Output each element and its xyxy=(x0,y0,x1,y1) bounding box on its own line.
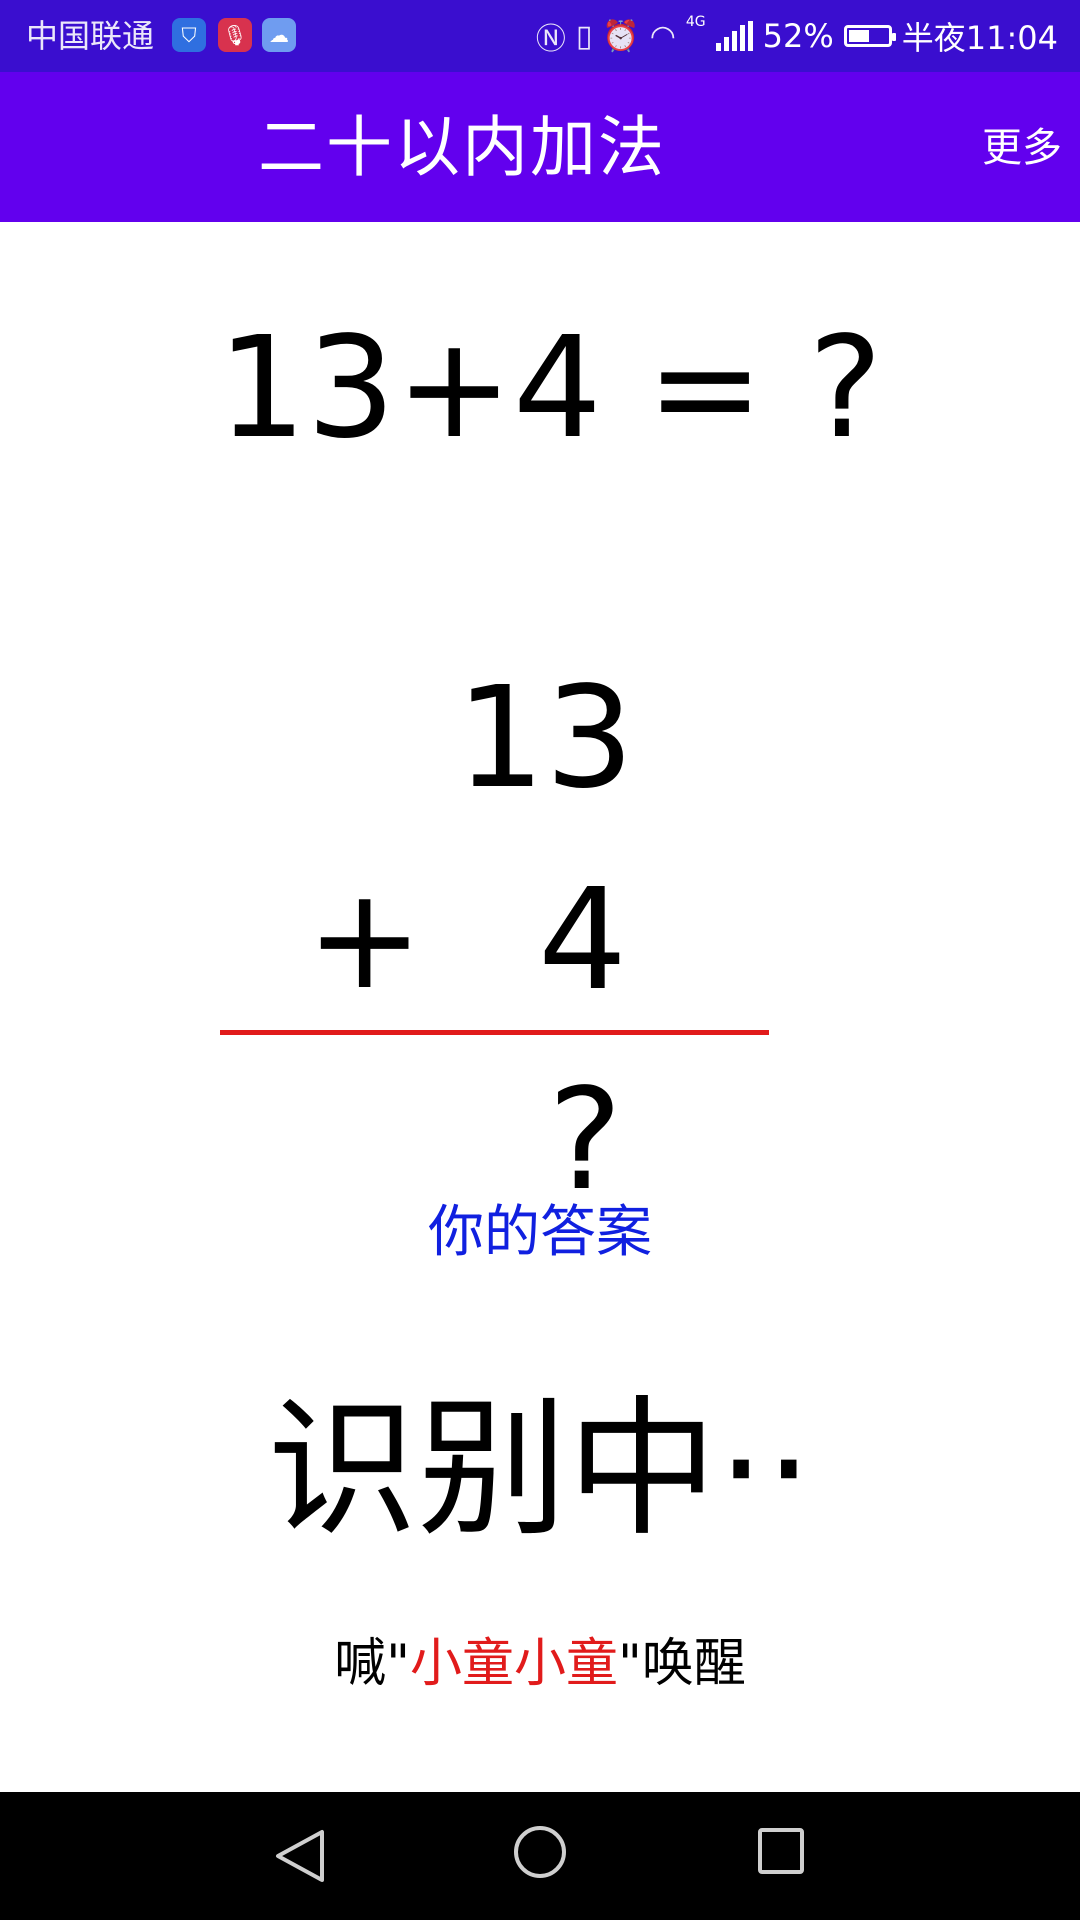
app-bar: 二十以内加法 更多 xyxy=(0,72,1080,222)
your-answer-label: 你的答案 xyxy=(428,1200,652,1265)
bottom-operand: 4 xyxy=(538,859,628,1022)
microphone-icon: 🎙 xyxy=(218,18,252,52)
equation-text: 13+4 = ? xyxy=(217,307,883,470)
carrier-name: 中国联通 xyxy=(26,17,155,55)
sum-divider-line xyxy=(220,1030,769,1035)
page-title: 二十以内加法 xyxy=(258,109,666,186)
wake-hint: 喊"小童小童"唤醒 xyxy=(0,1628,1080,1700)
more-button[interactable]: 更多 xyxy=(982,122,1062,174)
navigation-bar xyxy=(0,1792,1080,1920)
signal-icon xyxy=(715,21,753,51)
answer-placeholder: ? xyxy=(548,1059,623,1222)
back-icon[interactable] xyxy=(270,1828,330,1884)
network-type: 4G xyxy=(685,14,706,30)
status-bar: 中国联通 ⛉ 🎙 ☁ Ⓝ ▯ ⏰ ◠ 4G 52% 半夜11:04 xyxy=(0,0,1080,72)
top-operand: 13 xyxy=(456,657,635,820)
wake-hint-prefix: 喊" xyxy=(334,1634,410,1694)
wifi-icon: ◠ xyxy=(649,18,676,54)
cloud-app-icon: ☁ xyxy=(262,18,296,52)
battery-level xyxy=(848,30,869,42)
home-icon[interactable] xyxy=(514,1826,566,1878)
recent-apps-icon[interactable] xyxy=(758,1828,804,1874)
nfc-icon: Ⓝ xyxy=(535,22,566,57)
recognizing-status: 识别中·· xyxy=(267,1383,813,1557)
wake-hint-suffix: "唤醒 xyxy=(618,1634,746,1694)
wake-keyword: 小童小童 xyxy=(409,1634,618,1694)
plus-operator: + xyxy=(306,858,424,1021)
status-icons: Ⓝ ▯ ⏰ ◠ 4G 52% 半夜11:04 xyxy=(536,12,1058,60)
clock: 半夜11:04 xyxy=(901,19,1058,57)
shield-icon: ⛉ xyxy=(172,18,206,52)
battery-percent: 52% xyxy=(762,17,834,55)
alarm-icon: ⏰ xyxy=(602,18,640,54)
vibrate-icon: ▯ xyxy=(575,18,593,54)
battery-icon xyxy=(843,25,896,47)
